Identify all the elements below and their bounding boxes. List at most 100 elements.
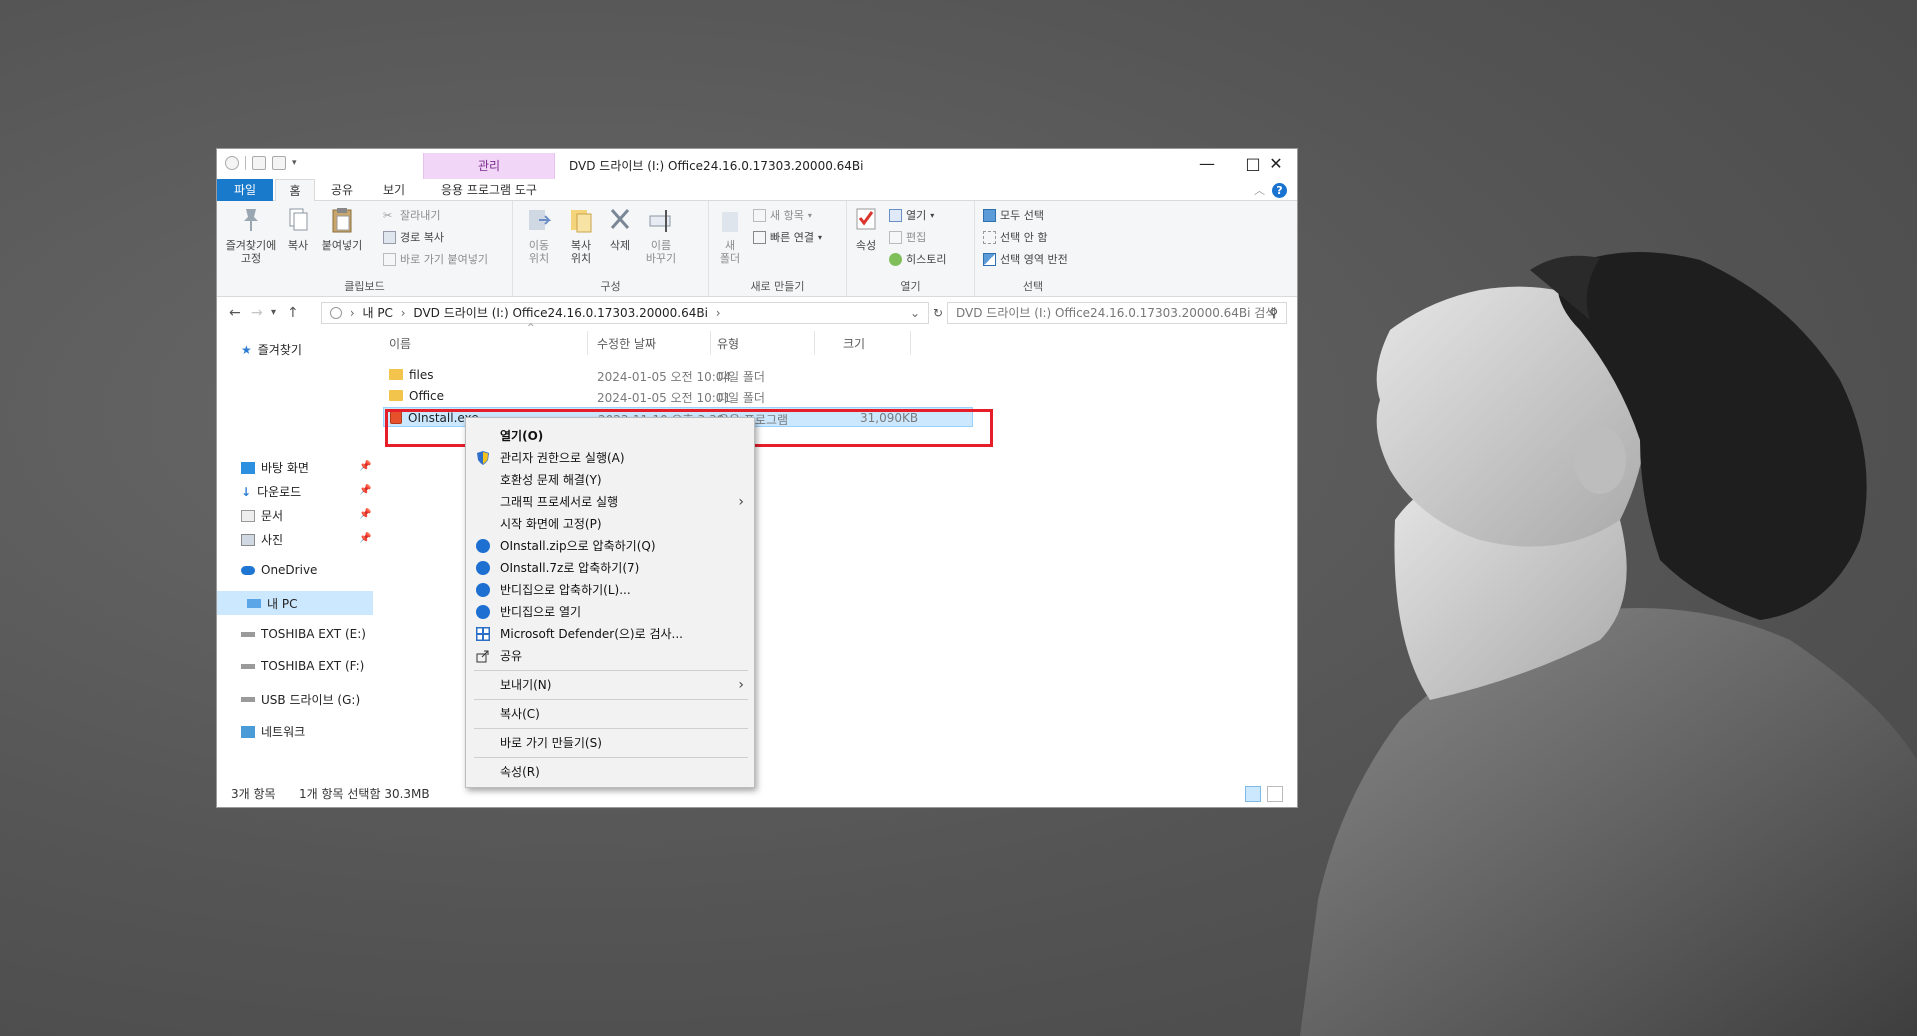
rename-button[interactable]: 이름 바꾸기 xyxy=(639,205,683,265)
large-icons-view-icon[interactable] xyxy=(1267,786,1283,802)
cloud-icon xyxy=(241,565,255,575)
menu-item-zip[interactable]: OInstall.zip으로 압축하기(Q) xyxy=(466,535,754,557)
menu-item-open-label: 열기(O) xyxy=(500,429,544,443)
forward-arrow-icon[interactable]: → xyxy=(251,305,263,321)
nav-onedrive[interactable]: OneDrive xyxy=(241,563,317,577)
nav-desktop[interactable]: 바탕 화면 xyxy=(241,459,309,476)
customize-qat-chevron-icon[interactable]: ▾ xyxy=(292,158,297,168)
properties-button[interactable]: 속성 xyxy=(851,205,881,252)
menu-item-7z[interactable]: OInstall.7z로 압축하기(7) xyxy=(466,557,754,579)
nav-drive-e[interactable]: TOSHIBA EXT (E:) xyxy=(241,627,366,641)
new-folder-button[interactable]: 새 폴더 xyxy=(715,205,745,265)
move-to-button[interactable]: 이동 위치 xyxy=(519,205,559,265)
table-row[interactable]: files 2024-01-05 오전 10:04 파일 폴더 xyxy=(389,365,909,385)
cut-button[interactable]: ✂ 잘라내기 xyxy=(383,207,440,223)
item-count: 3개 항목 xyxy=(231,787,276,801)
breadcrumb-dvd-drive[interactable]: DVD 드라이브 (I:) Office24.16.0.17303.20000.… xyxy=(413,306,708,320)
menu-item-open[interactable]: 열기(O) xyxy=(466,425,754,447)
menu-item-troubleshoot[interactable]: 호환성 문제 해결(Y) xyxy=(466,469,754,491)
new-folder-qat-icon[interactable] xyxy=(272,156,286,170)
tab-home[interactable]: 홈 xyxy=(275,179,315,201)
nav-quick-access[interactable]: ★ 즐겨찾기 xyxy=(241,341,302,358)
nav-documents[interactable]: 문서 xyxy=(241,507,283,524)
menu-item-send-to[interactable]: 보내기(N) › xyxy=(466,674,754,696)
details-view-icon[interactable] xyxy=(1245,786,1261,802)
invert-selection-button[interactable]: 선택 영역 반전 xyxy=(983,251,1068,267)
select-all-button[interactable]: 모두 선택 xyxy=(983,207,1044,223)
pin-icon xyxy=(244,209,258,231)
search-input[interactable]: DVD 드라이브 (I:) Office24.16.0.17303.20000.… xyxy=(947,302,1287,324)
menu-item-share[interactable]: 공유 xyxy=(466,645,754,667)
properties-label: 속성 xyxy=(855,239,877,252)
quick-access-toolbar: ▾ xyxy=(225,156,297,170)
nav-this-pc[interactable]: 내 PC xyxy=(217,591,373,615)
close-button[interactable]: ✕ xyxy=(1253,149,1297,179)
column-header-type[interactable]: 유형 xyxy=(717,335,739,352)
copy-path-button[interactable]: 경로 복사 xyxy=(383,229,444,245)
menu-item-bandizip-open[interactable]: 반디집으로 열기 xyxy=(466,601,754,623)
recent-locations-chevron-icon[interactable]: ▾ xyxy=(271,307,276,318)
nav-network-label: 네트워크 xyxy=(261,725,306,739)
menu-item-run-gpu[interactable]: 그래픽 프로세서로 실행 › xyxy=(466,491,754,513)
delete-button[interactable]: 삭제 xyxy=(605,205,635,252)
nav-network[interactable]: 네트워크 xyxy=(241,723,305,740)
help-icon[interactable]: ? xyxy=(1272,183,1287,198)
table-row[interactable]: Office 2024-01-05 오전 10:01 파일 폴더 xyxy=(389,386,909,406)
invert-selection-icon xyxy=(983,252,996,266)
menu-item-properties[interactable]: 속성(R) xyxy=(466,761,754,783)
easy-access-button[interactable]: 빠른 연결 ▾ xyxy=(753,229,822,245)
tab-app-tools[interactable]: 응용 프로그램 도구 xyxy=(423,179,555,201)
address-bar-row: ← → ▾ ↑ › 내 PC › DVD 드라이브 (I:) Office24.… xyxy=(217,297,1297,329)
new-item-button[interactable]: 새 항목 ▾ xyxy=(753,207,812,223)
copy-to-button[interactable]: 복사 위치 xyxy=(561,205,601,265)
breadcrumb-this-pc[interactable]: 내 PC xyxy=(362,306,392,320)
menu-item-bandizip-compress[interactable]: 반디집으로 압축하기(L)... xyxy=(466,579,754,601)
refresh-icon[interactable]: ↻ xyxy=(933,306,943,320)
pin-quick-access-button[interactable]: 즐겨찾기에 고정 xyxy=(223,205,279,265)
edit-button[interactable]: 편집 xyxy=(889,229,926,245)
open-button[interactable]: 열기 ▾ xyxy=(889,207,934,223)
copy-label: 복사 xyxy=(287,239,309,252)
nav-pictures-label: 사진 xyxy=(261,533,284,547)
menu-item-pin-start[interactable]: 시작 화면에 고정(P) xyxy=(466,513,754,535)
history-button[interactable]: 히스토리 xyxy=(889,251,946,267)
up-arrow-icon[interactable]: ↑ xyxy=(287,305,299,321)
open-group-label: 열기 xyxy=(900,280,921,293)
menu-separator xyxy=(474,757,748,758)
select-none-button[interactable]: 선택 안 함 xyxy=(983,229,1047,245)
menu-item-copy[interactable]: 복사(C) xyxy=(466,703,754,725)
pinned-icon: 📌 xyxy=(359,533,372,544)
menu-item-run-as-admin-label: 관리자 권한으로 실행(A) xyxy=(500,451,625,465)
nav-pictures[interactable]: 사진 xyxy=(241,531,283,548)
properties-qat-icon[interactable] xyxy=(252,156,266,170)
paste-button[interactable]: 붙여넣기 xyxy=(317,205,367,252)
paste-shortcut-button[interactable]: 바로 가기 붙여넣기 xyxy=(383,251,488,267)
copy-button[interactable]: 복사 xyxy=(283,205,313,252)
invert-selection-label: 선택 영역 반전 xyxy=(1000,253,1068,266)
address-dropdown-chevron-icon[interactable]: ⌄ xyxy=(910,303,920,323)
menu-item-bandizip-open-label: 반디집으로 열기 xyxy=(500,605,582,619)
address-box[interactable]: › 내 PC › DVD 드라이브 (I:) Office24.16.0.173… xyxy=(321,302,929,324)
copy-path-icon xyxy=(383,230,396,244)
nav-drive-g[interactable]: USB 드라이브 (G:) xyxy=(241,691,360,708)
file-type: 파일 폴더 xyxy=(717,370,765,384)
menu-item-run-as-admin[interactable]: 관리자 권한으로 실행(A) xyxy=(466,447,754,469)
column-header-size[interactable]: 크기 xyxy=(843,335,865,352)
collapse-ribbon-icon[interactable]: ︿ xyxy=(1254,182,1265,198)
column-header-name[interactable]: 이름 xyxy=(389,335,411,352)
tab-file[interactable]: 파일 xyxy=(217,179,273,201)
menu-item-bandizip-compress-label: 반디집으로 압축하기(L)... xyxy=(500,583,631,597)
menu-item-defender[interactable]: Microsoft Defender(으)로 검사... xyxy=(466,623,754,645)
nav-drive-f[interactable]: TOSHIBA EXT (F:) xyxy=(241,659,364,673)
nav-desktop-label: 바탕 화면 xyxy=(261,461,309,475)
submenu-arrow-icon: › xyxy=(738,494,744,510)
rename-icon xyxy=(649,210,671,232)
menu-item-create-shortcut[interactable]: 바로 가기 만들기(S) xyxy=(466,732,754,754)
tab-share[interactable]: 공유 xyxy=(317,179,367,201)
tab-view[interactable]: 보기 xyxy=(369,179,419,201)
column-header-date[interactable]: 수정한 날짜 xyxy=(597,335,656,352)
system-menu-icon[interactable] xyxy=(225,156,239,170)
nav-downloads[interactable]: ↓ 다운로드 xyxy=(241,483,301,500)
minimize-button[interactable]: — xyxy=(1184,149,1230,179)
back-arrow-icon[interactable]: ← xyxy=(229,305,241,321)
